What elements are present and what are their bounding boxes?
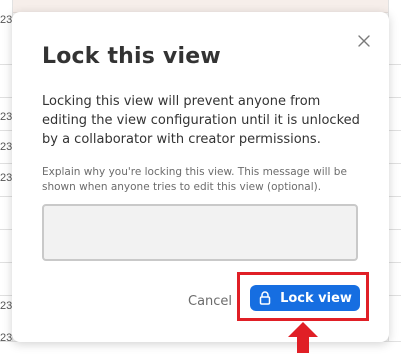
row-divider <box>0 64 12 65</box>
row-cell-fragment: 23 <box>0 172 13 184</box>
lock-view-label: Lock view <box>280 290 352 306</box>
arrow-up-icon <box>288 322 318 353</box>
row-divider <box>0 295 12 296</box>
row-divider <box>389 163 401 164</box>
row-cell-fragment: 23 <box>0 300 13 312</box>
row-divider <box>389 295 401 296</box>
lock-reason-input[interactable] <box>42 204 358 261</box>
cancel-button[interactable]: Cancel <box>188 290 232 312</box>
row-divider <box>0 163 12 164</box>
lock-icon <box>259 291 271 305</box>
row-divider <box>389 229 401 230</box>
reason-hint: Explain why you're locking this view. Th… <box>42 166 347 193</box>
row-cell-fragment: 23 <box>0 111 13 123</box>
dialog-description: Locking this view will prevent anyone fr… <box>42 94 360 147</box>
background-bottom-strip <box>0 341 401 354</box>
lock-view-button[interactable]: Lock view <box>250 285 360 311</box>
row-divider <box>0 130 12 131</box>
row-divider <box>0 229 12 230</box>
row-divider <box>0 97 12 98</box>
row-divider <box>0 196 12 197</box>
background-right-strip <box>388 0 401 354</box>
row-divider <box>389 130 401 131</box>
row-cell-fragment: 23 <box>0 141 13 153</box>
row-divider <box>389 97 401 98</box>
row-cell-fragment: 23 <box>0 332 13 344</box>
row-divider <box>389 64 401 65</box>
close-icon <box>358 35 370 47</box>
row-cell-fragment: 23 <box>0 14 13 26</box>
row-divider <box>389 262 401 263</box>
dialog-title: Lock this view <box>42 44 221 69</box>
row-divider <box>0 262 12 263</box>
row-divider <box>389 196 401 197</box>
close-button[interactable] <box>353 30 375 52</box>
